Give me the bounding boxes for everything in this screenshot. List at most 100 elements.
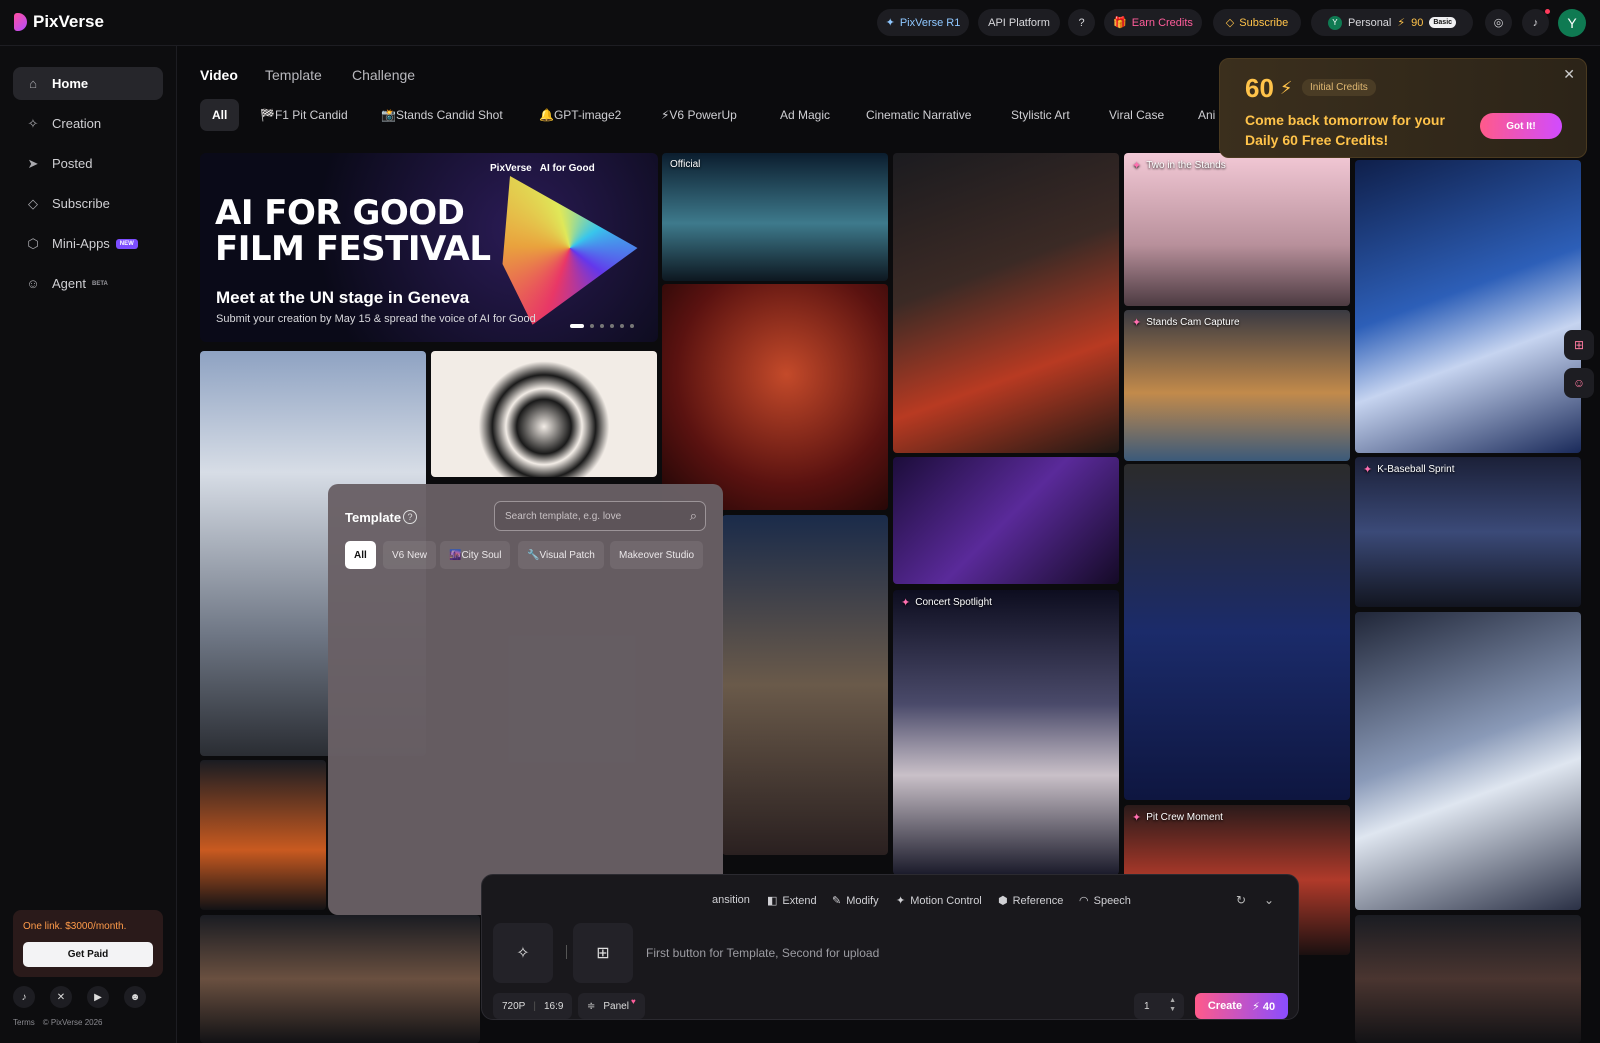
new-badge: NEW <box>115 238 138 249</box>
discord-icon[interactable]: ☻ <box>124 986 146 1008</box>
sidebar-item-agent[interactable]: ☺ Agent BETA <box>13 267 163 300</box>
help-button[interactable]: ? <box>1068 9 1095 36</box>
template-button[interactable]: ✧ <box>493 923 553 983</box>
template-chip-v6-new[interactable]: V6 New <box>383 541 437 569</box>
category-ad-magic[interactable]: Ad Magic <box>768 99 842 131</box>
account-label: Personal <box>1347 16 1392 29</box>
sparkle-icon: ✦ <box>1363 464 1373 476</box>
tab-template[interactable]: Template <box>265 67 322 83</box>
reference-tool[interactable]: ⬢ Reference <box>998 894 1063 908</box>
template-search-input[interactable]: Search template, e.g. love ⌕ <box>494 501 706 531</box>
video-tile[interactable] <box>893 153 1119 453</box>
speech-icon: ◠ <box>1079 895 1089 907</box>
template-chip-all[interactable]: All <box>345 541 376 569</box>
account-switcher[interactable]: Y Personal ⚡ 90 Basic <box>1311 9 1473 36</box>
category-gpt-image2[interactable]: 🔔GPT-image2 <box>527 99 633 131</box>
category-stands-candid-shot[interactable]: 📸Stands Candid Shot <box>369 99 515 131</box>
extend-tool[interactable]: ◧ Extend <box>767 894 817 908</box>
video-tile[interactable]: ✦ Two in the Stands <box>1124 153 1350 306</box>
quantity-stepper[interactable]: 1 ▲ ▼ <box>1134 993 1184 1019</box>
lightning-icon: ⚡ <box>1397 17 1406 29</box>
video-tile[interactable] <box>893 457 1119 584</box>
sliders-icon: ≑ <box>587 1000 596 1012</box>
api-platform-button[interactable]: API Platform <box>978 9 1060 36</box>
earn-credits-button[interactable]: 🎁 Earn Credits <box>1104 9 1202 36</box>
category-v6-powerup[interactable]: ⚡V6 PowerUp <box>649 99 749 131</box>
panel-button[interactable]: ≑ Panel ♥ <box>578 993 645 1019</box>
get-paid-button[interactable]: Get Paid <box>23 942 153 967</box>
sidebar-item-subscribe[interactable]: ◇ Subscribe <box>13 187 163 220</box>
carousel-dot[interactable] <box>610 324 614 328</box>
notification-dot <box>1545 9 1550 14</box>
video-tile[interactable]: ✦ Stands Cam Capture <box>1124 310 1350 461</box>
video-tile[interactable] <box>722 515 888 855</box>
tab-video[interactable]: Video <box>200 67 238 83</box>
create-button[interactable]: Create ⚡ 40 <box>1195 993 1288 1019</box>
pixverse-r1-button[interactable]: ✦ PixVerse R1 <box>877 9 969 36</box>
divider <box>566 945 567 959</box>
carousel-dot[interactable] <box>600 324 604 328</box>
sidebar-item-home[interactable]: ⌂ Home <box>13 67 163 100</box>
category-stylistic-art[interactable]: Stylistic Art <box>999 99 1082 131</box>
speech-tool[interactable]: ◠ Speech <box>1079 894 1131 908</box>
video-tile[interactable] <box>431 351 657 477</box>
video-tile[interactable] <box>1355 160 1581 453</box>
modify-icon: ✎ <box>832 895 842 907</box>
template-chip-visual-patch[interactable]: 🔧Visual Patch <box>518 541 604 569</box>
apps-float-icon[interactable]: ⊞ <box>1564 330 1594 360</box>
carousel-dot[interactable] <box>570 324 584 328</box>
sidebar-item-posted[interactable]: ➤ Posted <box>13 147 163 180</box>
subscribe-button[interactable]: ◇ Subscribe <box>1213 9 1301 36</box>
video-tile[interactable]: ✦ Concert Spotlight <box>893 590 1119 875</box>
carousel-dot[interactable] <box>590 324 594 328</box>
stepper-arrows-icon[interactable]: ▲ ▼ <box>1169 996 1176 1014</box>
resolution-ratio-selector[interactable]: 720P | 16:9 <box>493 993 573 1019</box>
refresh-icon[interactable]: ↻ <box>1236 893 1246 907</box>
sparkle-icon: ✦ <box>1132 160 1142 172</box>
help-icon[interactable]: ? <box>403 510 417 524</box>
carousel-dots[interactable] <box>570 324 634 328</box>
upload-button[interactable]: ⊞ <box>573 923 633 983</box>
prompt-input[interactable]: First button for Template, Second for up… <box>646 946 879 960</box>
banner-title: AI FOR GOOD FILM FESTIVAL <box>215 193 491 269</box>
video-tile[interactable] <box>200 760 326 910</box>
user-avatar[interactable]: Y <box>1558 9 1586 37</box>
search-icon[interactable]: ⌕ <box>690 508 697 524</box>
tile-label: ✦ Pit Crew Moment <box>1132 812 1223 824</box>
video-tile[interactable]: ✦ K-Baseball Sprint <box>1355 457 1581 607</box>
close-icon[interactable]: ✕ <box>1563 66 1575 83</box>
terms-link[interactable]: Terms <box>13 1018 35 1027</box>
category-viral-case[interactable]: Viral Case <box>1097 99 1176 131</box>
youtube-icon[interactable]: ▶ <box>87 986 109 1008</box>
sidebar-item-creation[interactable]: ✧ Creation <box>13 107 163 140</box>
motion-control-tool[interactable]: ✦ Motion Control <box>896 894 982 908</box>
chevron-down-icon[interactable]: ⌄ <box>1264 893 1274 907</box>
transition-tool[interactable]: ansition <box>712 894 750 906</box>
carousel-dot[interactable] <box>620 324 624 328</box>
sparkle-icon: ✧ <box>516 945 530 962</box>
modify-tool[interactable]: ✎ Modify <box>832 894 879 908</box>
video-tile[interactable]: Official <box>662 153 888 281</box>
tab-challenge[interactable]: Challenge <box>352 67 415 83</box>
carousel-dot[interactable] <box>630 324 634 328</box>
festival-banner[interactable]: PixVerse AI for Good AI FOR GOOD FILM FE… <box>200 153 658 342</box>
logo[interactable]: PixVerse <box>14 12 104 32</box>
video-tile[interactable] <box>1124 464 1350 800</box>
video-tile[interactable] <box>200 915 480 1043</box>
template-chip-makeover-studio[interactable]: Makeover Studio <box>610 541 704 569</box>
template-chip-city-soul[interactable]: 🌆City Soul <box>440 541 511 569</box>
got-it-button[interactable]: Got It! <box>1480 113 1562 139</box>
tile-label: Official <box>670 159 701 170</box>
video-tile[interactable] <box>662 284 888 510</box>
sidebar-item-mini-apps[interactable]: ⬡ Mini-Apps NEW <box>13 227 163 260</box>
language-button[interactable]: ◎ <box>1485 9 1512 36</box>
avatar-float-icon[interactable]: ☺ <box>1564 368 1594 398</box>
diamond-icon: ◇ <box>1225 17 1235 29</box>
video-tile[interactable] <box>1355 915 1581 1043</box>
category-f1-pit-candid[interactable]: 🏁F1 Pit Candid <box>248 99 360 131</box>
category-cinematic-narrative[interactable]: Cinematic Narrative <box>854 99 983 131</box>
tiktok-icon[interactable]: ♪ <box>13 986 35 1008</box>
video-tile[interactable] <box>1355 612 1581 910</box>
x-icon[interactable]: ✕ <box>50 986 72 1008</box>
category-all[interactable]: All <box>200 99 240 131</box>
